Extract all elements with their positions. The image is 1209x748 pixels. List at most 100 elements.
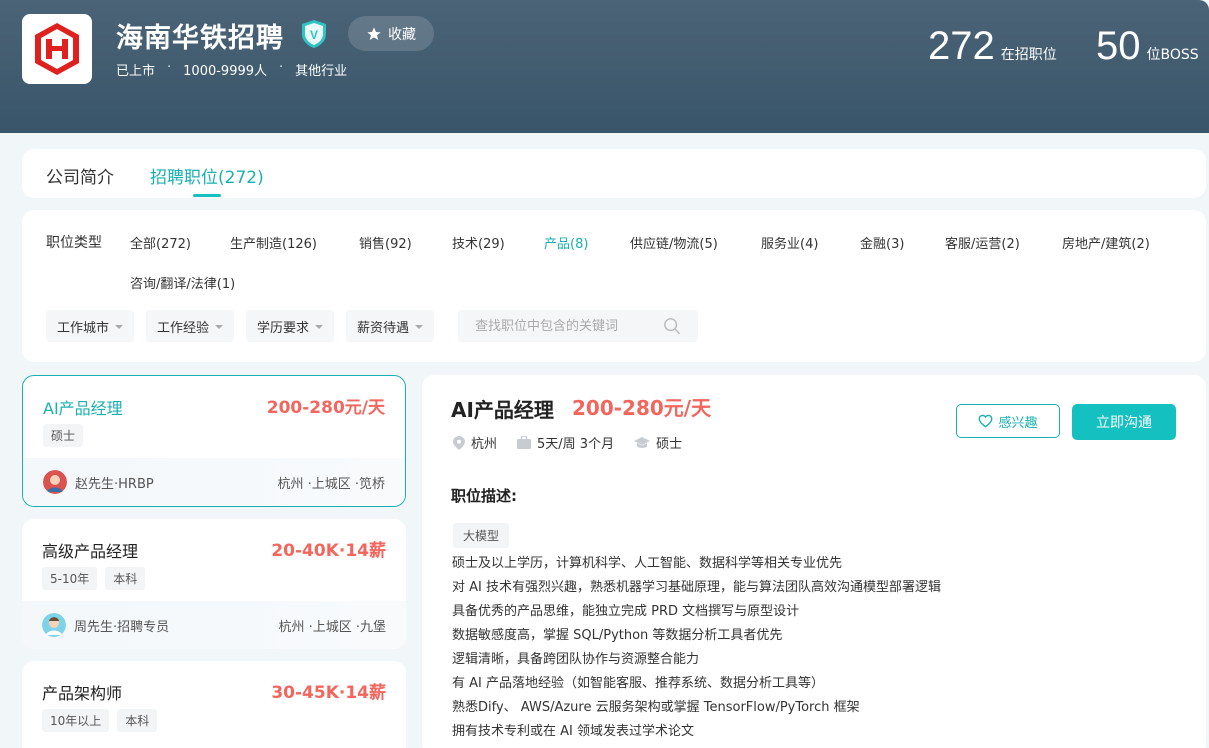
description-heading: 职位描述: — [451, 487, 517, 505]
stat-boss-unit: 位BOSS — [1146, 47, 1199, 63]
location-pin-icon — [453, 435, 465, 450]
stat-jobs-unit: 在招职位 — [1000, 47, 1057, 63]
svg-text:V: V — [310, 28, 318, 42]
dropdown-label: 工作城市 — [57, 320, 110, 336]
job-location: 杭州 ·上城区 ·九堡 — [278, 620, 386, 635]
job-card[interactable]: 高级产品经理 20-40K·14薪 5-10年 本科 周先生·招聘专员 杭州 ·… — [22, 519, 406, 649]
company-header: 海南华铁招聘 V 收藏 已上市 · 1000-9999人 · 其他行业 272 … — [0, 0, 1209, 133]
description-line: 硕士及以上学历，计算机科学、人工智能、数据科学等相关专业优先 — [452, 556, 843, 571]
company-name: 海南华铁招聘 — [116, 23, 284, 54]
company-logo-icon — [35, 23, 79, 75]
search-icon[interactable] — [663, 317, 681, 335]
job-salary: 20-40K·14薪 — [271, 541, 386, 561]
detail-job-title: AI产品经理 — [451, 398, 554, 422]
detail-schedule: 5天/周 3个月 — [517, 433, 614, 452]
filter-experience-dropdown[interactable]: 工作经验 — [146, 310, 235, 342]
favorite-label: 收藏 — [388, 26, 416, 43]
recruiter-avatar — [43, 470, 67, 494]
description-body: 硕士及以上学历，计算机科学、人工智能、数据科学等相关专业优先 对 AI 技术有强… — [452, 552, 941, 744]
tab-active-indicator — [193, 194, 221, 197]
briefcase-icon — [517, 436, 532, 449]
job-tags: 5-10年 本科 — [42, 567, 146, 590]
filter-education-dropdown[interactable]: 学历要求 — [246, 310, 335, 342]
category-tech[interactable]: 技术(29) — [452, 233, 505, 252]
job-tag: 本科 — [117, 709, 158, 732]
job-tag: 硕士 — [43, 424, 84, 447]
recruiter-name: 赵先生·HRBP — [75, 477, 154, 492]
description-line: 有 AI 产品落地经验（如智能客服、推荐系统、数据分析工具等） — [452, 676, 824, 691]
interest-button[interactable]: 感兴趣 — [956, 404, 1060, 438]
job-search-input[interactable] — [458, 310, 658, 342]
description-line: 逻辑清晰，具备跨团队协作与资源整合能力 — [452, 652, 700, 667]
category-real-estate[interactable]: 房地产/建筑(2) — [1062, 233, 1150, 252]
job-tags: 10年以上 本科 — [42, 709, 158, 732]
heart-icon — [979, 414, 993, 428]
description-tag: 大模型 — [453, 523, 510, 548]
job-filters: 职位类型 全部(272) 生产制造(126) 销售(92) 技术(29) 产品(… — [22, 210, 1206, 362]
caret-down-icon — [415, 325, 424, 329]
job-footer: 赵先生·HRBP 杭州 ·上城区 ·笕桥 — [23, 458, 405, 506]
description-line: 拥有技术专利或在 AI 领域发表过学术论文 — [452, 724, 694, 739]
job-title: 高级产品经理 — [42, 542, 139, 561]
job-tag: 5-10年 — [42, 567, 98, 590]
description-line: 熟悉Dify、 AWS/Azure 云服务架构或掌握 TensorFlow/Py… — [452, 700, 860, 715]
dropdown-label: 工作经验 — [157, 320, 210, 336]
job-salary: 200-280元/天 — [266, 398, 385, 418]
category-service[interactable]: 服务业(4) — [761, 233, 818, 252]
dropdown-label: 薪资待遇 — [357, 320, 410, 336]
caret-down-icon — [115, 325, 124, 329]
avatar-icon — [42, 613, 66, 637]
tab-jobs[interactable]: 招聘职位(272) — [150, 163, 264, 188]
recruiter-avatar — [42, 613, 66, 637]
category-customer-service[interactable]: 客服/运营(2) — [945, 233, 1020, 252]
description-line: 数据敏感度高，掌握 SQL/Python 等数据分析工具者优先 — [452, 628, 783, 643]
job-footer: 周先生·招聘专员 杭州 ·上城区 ·九堡 — [22, 601, 406, 649]
category-finance[interactable]: 金融(3) — [860, 233, 904, 252]
stat-boss-count: 50 — [1096, 24, 1141, 68]
caret-down-icon — [315, 325, 324, 329]
avatar-icon — [43, 470, 67, 494]
description-line: 对 AI 技术有强烈兴趣，熟悉机器学习基础原理，能与算法团队高效沟通模型部署逻辑 — [452, 580, 941, 595]
tab-company-intro[interactable]: 公司简介 — [46, 163, 114, 188]
category-supply-chain[interactable]: 供应链/物流(5) — [630, 233, 718, 252]
company-size: 1000-9999人 — [183, 64, 268, 79]
detail-meta: 杭州 5天/周 3个月 硕士 — [453, 433, 682, 452]
graduation-cap-icon — [634, 436, 651, 448]
star-icon — [367, 26, 381, 40]
job-tag: 本科 — [105, 567, 146, 590]
category-manufacturing[interactable]: 生产制造(126) — [230, 233, 317, 252]
job-tags: 硕士 — [43, 424, 84, 447]
meta-separator: · — [167, 60, 172, 75]
company-industry: 其他行业 — [295, 64, 348, 79]
detail-salary: 200-280元/天 — [572, 396, 712, 420]
company-tabs: 公司简介 招聘职位(272) — [22, 149, 1206, 198]
meta-separator: · — [279, 60, 284, 75]
job-salary: 30-45K·14薪 — [271, 683, 386, 703]
stat-open-jobs: 272 在招职位 — [928, 24, 1057, 69]
job-title: AI产品经理 — [43, 399, 123, 418]
favorite-button[interactable]: 收藏 — [348, 16, 434, 51]
filter-city-dropdown[interactable]: 工作城市 — [46, 310, 135, 342]
category-product[interactable]: 产品(8) — [544, 233, 588, 252]
stat-jobs-count: 272 — [928, 24, 995, 68]
detail-degree-label: 硕士 — [656, 437, 683, 452]
detail-degree: 硕士 — [634, 433, 682, 452]
filter-salary-dropdown[interactable]: 薪资待遇 — [346, 310, 435, 342]
job-search-box — [458, 310, 698, 342]
dropdown-label: 学历要求 — [257, 320, 310, 336]
job-tag: 10年以上 — [42, 709, 110, 732]
category-sales[interactable]: 销售(92) — [359, 233, 412, 252]
verified-shield-icon: V — [302, 20, 326, 48]
job-detail-panel: AI产品经理 200-280元/天 杭州 5天/周 3个月 硕士 感兴趣 立即沟… — [422, 375, 1206, 748]
company-meta: 已上市 · 1000-9999人 · 其他行业 — [116, 60, 347, 79]
stat-boss: 50 位BOSS — [1096, 24, 1199, 69]
category-all[interactable]: 全部(272) — [130, 233, 191, 252]
job-location: 杭州 ·上城区 ·笕桥 — [277, 477, 385, 492]
job-card[interactable]: AI产品经理 200-280元/天 硕士 赵先生·HRBP 杭州 ·上城区 ·笕… — [22, 375, 406, 507]
chat-now-button[interactable]: 立即沟通 — [1072, 404, 1176, 440]
job-card[interactable]: 产品架构师 30-45K·14薪 10年以上 本科 — [22, 661, 406, 748]
category-consulting[interactable]: 咨询/翻译/法律(1) — [130, 273, 235, 292]
detail-schedule-label: 5天/周 3个月 — [537, 437, 615, 452]
interest-label: 感兴趣 — [998, 415, 1038, 431]
filter-category-label: 职位类型 — [46, 235, 102, 251]
